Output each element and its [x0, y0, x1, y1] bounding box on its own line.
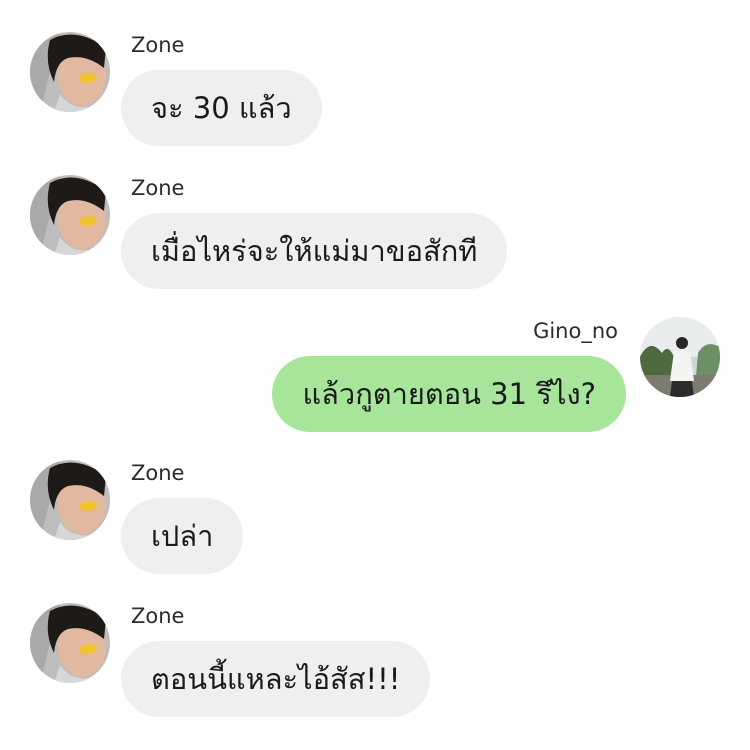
zone-avatar[interactable] — [30, 460, 110, 540]
sender-name: Zone — [131, 461, 185, 485]
message-bubble[interactable]: เปล่า — [121, 498, 244, 574]
zone-avatar[interactable] — [30, 32, 110, 112]
sender-name: Zone — [131, 33, 185, 57]
sender-name: Zone — [131, 176, 185, 200]
message-bubble[interactable]: จะ 30 แล้ว — [121, 70, 322, 146]
gino-avatar[interactable] — [640, 317, 720, 397]
zone-avatar[interactable] — [30, 603, 110, 683]
message-bubble[interactable]: แล้วกูตายตอน 31 รึไง? — [272, 356, 626, 432]
sender-name: Gino_no — [533, 319, 618, 343]
zone-avatar[interactable] — [30, 175, 110, 255]
sender-name: Zone — [131, 604, 185, 628]
message-bubble[interactable]: เมื่อไหร่จะให้แม่มาขอสักที — [121, 213, 508, 289]
message-bubble[interactable]: ตอนนี้แหละไอ้สัส!!! — [121, 641, 431, 717]
